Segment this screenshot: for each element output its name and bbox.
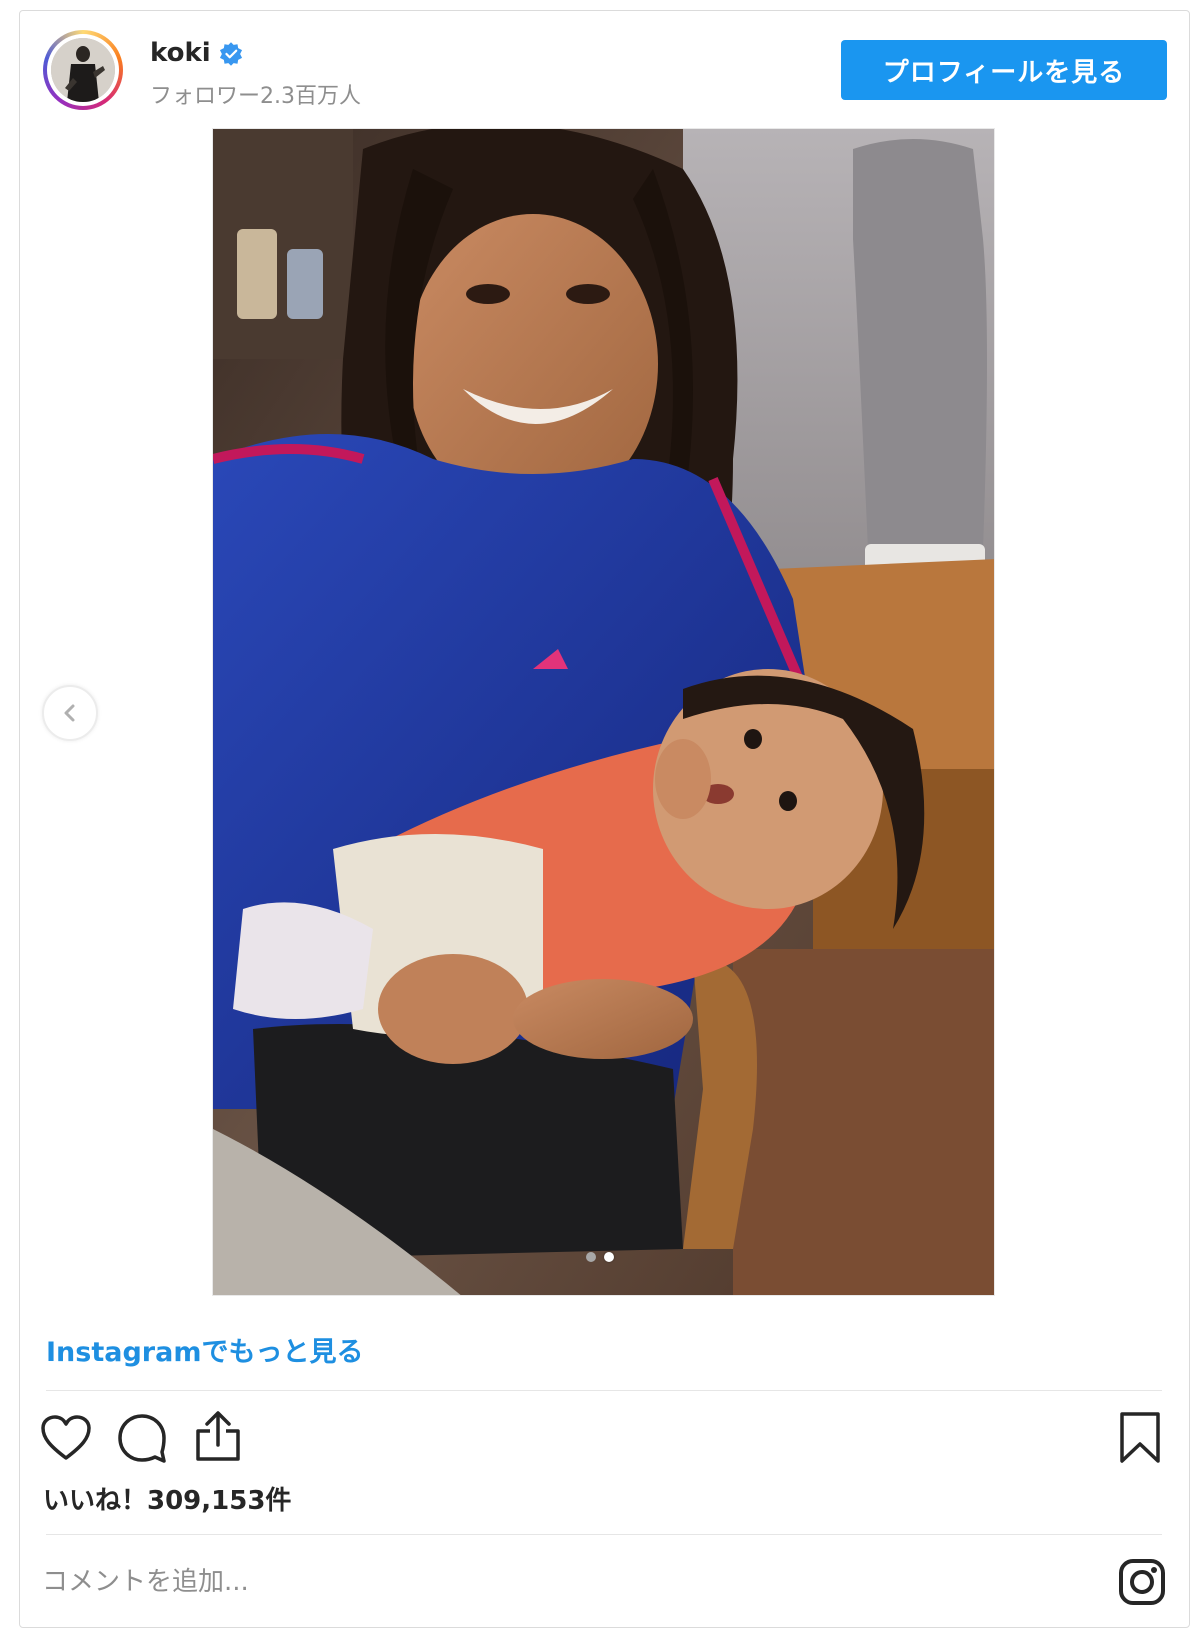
bookmark-button[interactable] xyxy=(1110,1408,1170,1468)
bookmark-icon xyxy=(1120,1412,1160,1463)
carousel-prev-button[interactable] xyxy=(42,685,98,741)
avatar[interactable] xyxy=(43,30,123,110)
username[interactable]: koki xyxy=(150,38,211,68)
carousel-indicator xyxy=(586,1252,614,1262)
comment-icon xyxy=(118,1414,166,1463)
avatar-border xyxy=(47,34,119,106)
verified-badge-icon xyxy=(219,42,243,66)
carousel-dot-active xyxy=(604,1252,614,1262)
instagram-icon[interactable] xyxy=(1118,1558,1166,1606)
divider xyxy=(46,1390,1162,1391)
like-button[interactable] xyxy=(36,1408,96,1468)
view-profile-button[interactable]: プロフィールを見る xyxy=(841,40,1167,100)
see-more-on-instagram-link[interactable]: Instagramでもっと見る xyxy=(46,1330,363,1369)
divider xyxy=(46,1534,1162,1535)
avatar-photo xyxy=(51,38,115,102)
comment-button[interactable] xyxy=(112,1408,172,1468)
chevron-left-icon xyxy=(64,704,75,722)
carousel-dot xyxy=(586,1252,596,1262)
heart-icon xyxy=(41,1415,91,1460)
post-photo[interactable] xyxy=(212,128,995,1296)
follower-count: フォロワー2.3百万人 xyxy=(150,84,361,109)
comment-input[interactable] xyxy=(42,1560,942,1604)
post-photo-illustration xyxy=(213,129,994,1295)
share-button[interactable] xyxy=(188,1406,248,1466)
like-count: いいね！309,153件 xyxy=(43,1486,292,1516)
share-icon xyxy=(196,1411,240,1461)
